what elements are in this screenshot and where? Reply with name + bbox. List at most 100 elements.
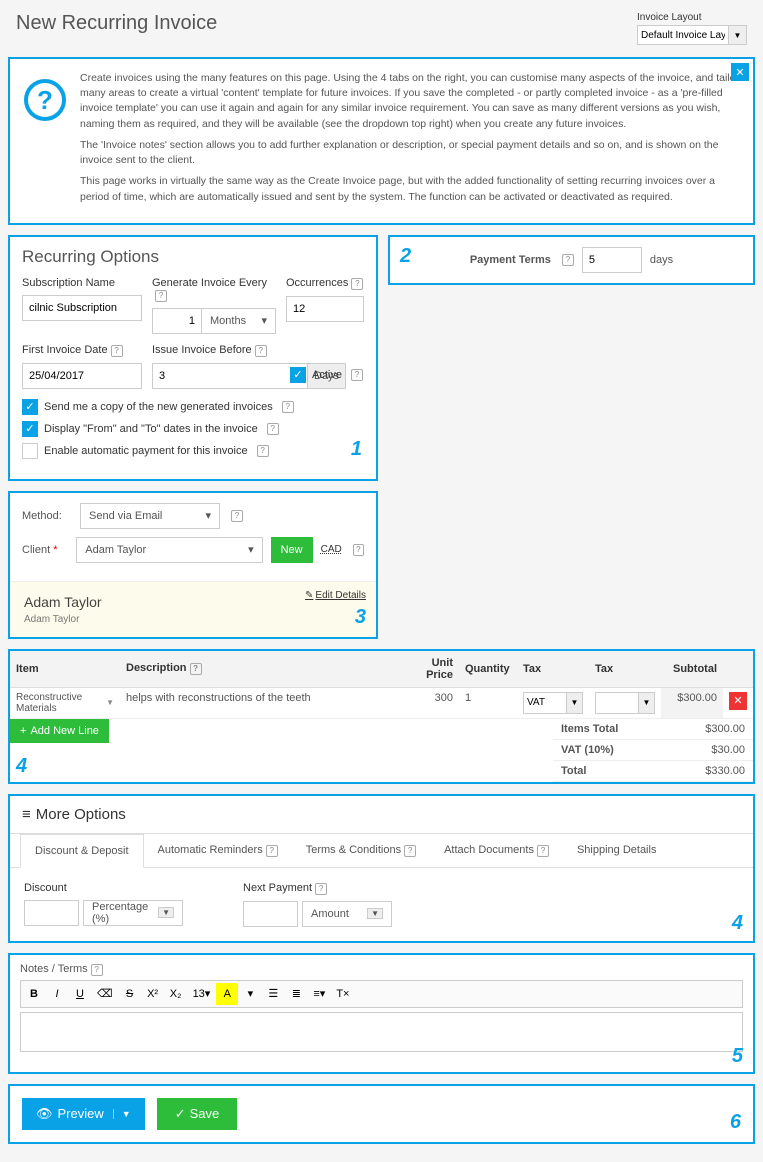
help-icon[interactable]: ? [255,345,267,357]
ul-button[interactable]: ☰ [262,983,284,1005]
item-tax2-select[interactable] [595,692,639,714]
next-payment-type-select[interactable]: Amount▼ [302,901,392,927]
eye-icon: 👁 [36,1106,53,1122]
info-paragraph-3: This page works in virtually the same wa… [80,174,739,204]
currency-link[interactable]: CAD [321,544,342,555]
help-icon[interactable]: ? [404,845,416,857]
help-icon[interactable]: ? [537,845,549,857]
italic-button[interactable]: I [46,983,68,1005]
send-copy-checkbox[interactable]: ✓ [22,399,38,415]
tax2-caret[interactable]: ▼ [639,692,655,714]
chevron-down-icon[interactable]: ▼ [113,1109,131,1119]
display-dates-checkbox[interactable]: ✓ [22,421,38,437]
issue-before-input[interactable] [152,363,308,389]
subscription-name-input[interactable] [22,295,142,321]
items-total-value: $300.00 [705,723,745,735]
method-select[interactable]: Send via Email▾ [80,503,220,529]
method-label: Method: [22,510,72,522]
help-icon[interactable]: ? [351,369,363,381]
chevron-down-icon[interactable]: ▼ [106,698,114,707]
align-button[interactable]: ≡▾ [308,983,330,1005]
tab-automatic-reminders[interactable]: Automatic Reminders? [144,834,292,867]
strike-button[interactable]: S [119,983,141,1005]
callout-4a: 4 [16,755,27,778]
ol-button[interactable]: ≣ [285,983,307,1005]
help-icon[interactable]: ? [351,278,363,290]
tax-caret[interactable]: ▼ [567,692,583,714]
first-invoice-date-input[interactable] [22,363,142,389]
preview-button[interactable]: 👁 Preview ▼ [22,1098,145,1130]
next-payment-input[interactable] [243,901,298,927]
subscript-button[interactable]: X₂ [165,983,187,1005]
close-icon[interactable]: ✕ [731,63,749,81]
items-total-label: Items Total [561,723,618,735]
edit-details-link[interactable]: Edit Details [305,590,366,601]
help-icon[interactable]: ? [190,663,202,675]
discount-input[interactable] [24,900,79,926]
info-paragraph-2: The 'Invoice notes' section allows you t… [80,138,739,168]
underline-button[interactable]: U [69,983,91,1005]
help-icon[interactable]: ? [257,445,269,457]
help-icon[interactable]: ? [266,845,278,857]
help-icon[interactable]: ? [267,423,279,435]
auto-payment-checkbox[interactable] [22,443,38,459]
tab-shipping-details[interactable]: Shipping Details [563,834,671,867]
add-line-button[interactable]: +Add New Line [10,719,109,743]
superscript-button[interactable]: X² [142,983,164,1005]
invoice-layout-caret[interactable]: ▼ [729,25,747,45]
tab-terms-conditions[interactable]: Terms & Conditions? [292,834,430,867]
help-icon[interactable]: ? [562,254,574,266]
save-button[interactable]: ✓ Save [157,1098,238,1130]
table-row: Reconstructive Materials▼ helps with rec… [10,687,753,718]
discount-type-select[interactable]: Percentage (%)▼ [83,900,183,926]
item-qty[interactable]: 1 [459,687,517,718]
plus-icon: + [20,725,26,737]
item-subtotal: $300.00 [661,687,723,718]
info-panel: ✕ ? Create invoices using the many featu… [8,57,755,225]
delete-row-button[interactable]: ✕ [729,692,747,710]
display-dates-label: Display "From" and "To" dates in the inv… [44,423,258,435]
callout-3: 3 [355,606,366,629]
page-title: New Recurring Invoice [16,12,217,35]
method-client-panel: Method: Send via Email▾ ? Client * Adam … [8,491,378,639]
generate-every-unit-select[interactable]: Months▾ [202,308,276,334]
send-copy-label: Send me a copy of the new generated invo… [44,401,273,413]
client-select[interactable]: Adam Taylor▾ [76,537,262,563]
new-client-button[interactable]: New [271,537,313,563]
help-icon[interactable]: ? [91,964,103,976]
info-paragraph-1: Create invoices using the many features … [80,71,739,132]
client-label: Client * [22,544,68,556]
tab-discount-deposit[interactable]: Discount & Deposit [20,834,144,868]
check-icon: ✓ [175,1106,186,1122]
col-quantity: Quantity [459,651,517,688]
payment-terms-input[interactable] [582,247,642,273]
item-tax-select[interactable] [523,692,567,714]
payment-terms-panel: 2 Payment Terms ? days [388,235,755,285]
help-icon[interactable]: ? [111,345,123,357]
help-icon[interactable]: ? [282,401,294,413]
col-tax2: Tax [589,651,661,688]
eraser-button[interactable]: ⌫ [92,983,118,1005]
col-unit-price: Unit Price [397,651,459,688]
textcolor-button[interactable]: A [216,983,238,1005]
item-description[interactable]: helps with reconstructions of the teeth [120,687,397,718]
invoice-layout-select[interactable] [637,25,729,45]
help-icon[interactable]: ? [155,290,167,302]
fontsize-button[interactable]: 13▾ [188,983,216,1005]
active-checkbox[interactable]: ✓ [290,367,306,383]
generate-every-input[interactable] [152,308,202,334]
active-label: Active [312,369,342,381]
clearformat-button[interactable]: T× [331,983,354,1005]
help-icon[interactable]: ? [315,883,327,895]
next-payment-label: Next Payment? [243,882,392,895]
item-price[interactable]: 300 [397,687,459,718]
tab-attach-documents[interactable]: Attach Documents? [430,834,563,867]
textcolor-caret[interactable]: ▾ [239,983,261,1005]
more-options-panel: ≡More Options Discount & Deposit Automat… [8,794,755,943]
bold-button[interactable]: B [23,983,45,1005]
notes-editor[interactable] [20,1012,743,1052]
occurrences-input[interactable] [286,296,364,322]
item-name[interactable]: Reconstructive Materials [16,692,106,714]
help-icon[interactable]: ? [231,510,243,522]
help-icon[interactable]: ? [353,544,364,556]
